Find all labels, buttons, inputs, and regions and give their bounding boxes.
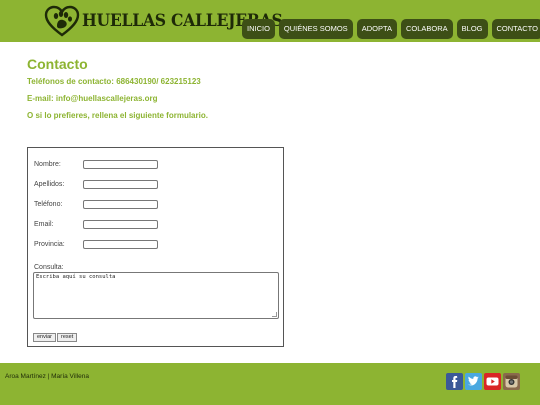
form-row-nombre: Nombre: — [34, 160, 158, 169]
contact-email[interactable]: E-mail: info@huellascallejeras.org — [27, 94, 208, 103]
main-nav: INICIO QUIÉNES SOMOS ADOPTA COLABORA BLO… — [242, 19, 540, 39]
site-header: HUELLAS CALLEJERAS INICIO QUIÉNES SOMOS … — [0, 0, 540, 42]
instagram-icon[interactable] — [503, 373, 520, 390]
telefono-label: Teléfono: — [34, 201, 63, 208]
telefono-field[interactable] — [83, 200, 158, 209]
apellidos-field[interactable] — [83, 180, 158, 189]
youtube-icon[interactable] — [484, 373, 501, 390]
apellidos-label: Apellidos: — [34, 181, 65, 188]
nav-item-contacto[interactable]: CONTACTO — [491, 19, 540, 39]
nombre-field[interactable] — [83, 160, 158, 169]
nav-item-adopta[interactable]: ADOPTA — [356, 19, 397, 39]
form-row-apellidos: Apellidos: — [34, 180, 158, 189]
consulta-textarea[interactable]: Escriba aquí su consulta — [33, 272, 279, 319]
form-row-telefono: Teléfono: — [34, 200, 158, 209]
facebook-icon[interactable] — [446, 373, 463, 390]
form-row-provincia: Provincia: — [34, 240, 158, 249]
form-row-email: Email: — [34, 220, 158, 229]
footer-credits: Aroa Martínez | María Villena — [5, 373, 89, 380]
nav-item-colabora[interactable]: COLABORA — [400, 19, 453, 39]
nav-item-inicio[interactable]: INICIO — [242, 19, 275, 39]
provincia-label: Provincia: — [34, 241, 65, 248]
paw-heart-icon — [44, 5, 80, 37]
contact-section: Contacto Teléfonos de contacto: 68643019… — [27, 56, 208, 120]
reset-button[interactable]: reset — [57, 333, 78, 342]
consulta-label: Consulta: — [34, 264, 64, 271]
provincia-field[interactable] — [83, 240, 158, 249]
contact-form: Nombre: Apellidos: Teléfono: Email: Prov… — [27, 147, 284, 347]
site-footer: Aroa Martínez | María Villena — [0, 363, 540, 405]
email-label: Email: — [34, 221, 54, 228]
submit-button[interactable]: enviar — [33, 333, 56, 342]
page-title: Contacto — [27, 56, 88, 72]
email-field[interactable] — [83, 220, 158, 229]
twitter-icon[interactable] — [465, 373, 482, 390]
nav-item-quienes-somos[interactable]: QUIÉNES SOMOS — [278, 19, 353, 39]
contact-phones: Teléfonos de contacto: 686430190/ 623215… — [27, 77, 201, 86]
consulta-placeholder: Escriba aquí su consulta — [36, 274, 116, 280]
form-prompt: O si lo prefieres, rellena el siguiente … — [27, 111, 208, 120]
nav-item-blog[interactable]: BLOG — [456, 19, 488, 39]
resize-handle[interactable] — [272, 312, 277, 317]
nombre-label: Nombre: — [34, 161, 61, 168]
